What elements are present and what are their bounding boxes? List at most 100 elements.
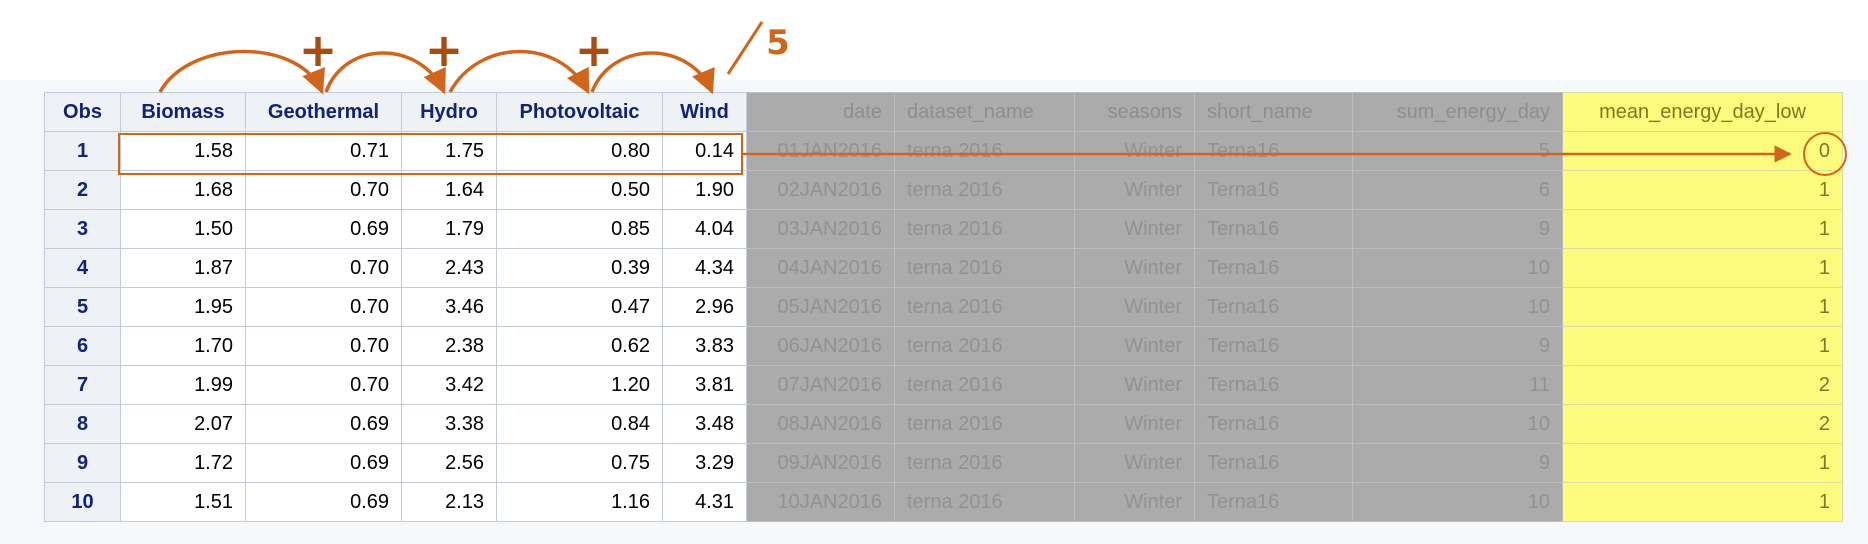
cell-dataset-name: terna 2016 — [894, 404, 1075, 444]
cell-sum-energy-day: 10 — [1352, 287, 1563, 327]
cell-wind: 0.14 — [662, 131, 747, 171]
cell-wind: 4.34 — [662, 248, 747, 288]
cell-wind: 2.96 — [662, 287, 747, 327]
cell-short-name: Terna16 — [1194, 170, 1353, 210]
cell-biomass: 1.51 — [120, 482, 246, 522]
cell-geothermal: 0.71 — [245, 131, 402, 171]
col-header-photovoltaic[interactable]: Photovoltaic — [496, 92, 663, 132]
col-header-hydro[interactable]: Hydro — [401, 92, 497, 132]
cell-hydro: 1.79 — [401, 209, 497, 249]
cell-seasons: Winter — [1074, 248, 1195, 288]
cell-short-name: Terna16 — [1194, 365, 1353, 405]
cell-short-name: Terna16 — [1194, 443, 1353, 483]
cell-date: 10JAN2016 — [746, 482, 895, 522]
cell-geothermal: 0.70 — [245, 365, 402, 405]
cell-wind: 1.90 — [662, 170, 747, 210]
cell-short-name: Terna16 — [1194, 404, 1353, 444]
cell-sum-energy-day: 9 — [1352, 443, 1563, 483]
table-row[interactable]: 9 1.72 0.69 2.56 0.75 3.29 09JAN2016 terna 2016… — [44, 443, 1843, 483]
cell-wind: 3.83 — [662, 326, 747, 366]
cell-hydro: 2.38 — [401, 326, 497, 366]
cell-date: 06JAN2016 — [746, 326, 895, 366]
table-row[interactable]: 10 1.51 0.69 2.13 1.16 4.31 10JAN2016 terna 201… — [44, 482, 1843, 522]
cell-short-name: Terna16 — [1194, 482, 1353, 522]
cell-photovoltaic: 0.75 — [496, 443, 663, 483]
cell-mean-energy-day-low: 1 — [1562, 209, 1843, 249]
divide-slash — [726, 21, 764, 75]
col-header-geothermal[interactable]: Geothermal — [245, 92, 402, 132]
cell-sum-energy-day: 10 — [1352, 404, 1563, 444]
cell-dataset-name: terna 2016 — [894, 170, 1075, 210]
cell-sum-energy-day: 9 — [1352, 326, 1563, 366]
cell-sum-energy-day: 6 — [1352, 170, 1563, 210]
cell-photovoltaic: 1.16 — [496, 482, 663, 522]
cell-biomass: 1.87 — [120, 248, 246, 288]
table-row[interactable]: 2 1.68 0.70 1.64 0.50 1.90 02JAN2016 terna 2016… — [44, 170, 1843, 210]
plus-sign-3: + — [575, 23, 614, 77]
cell-obs: 3 — [44, 209, 121, 249]
col-header-mean-energy-day-low[interactable]: mean_energy_day_low — [1562, 92, 1843, 132]
table-row[interactable]: 7 1.99 0.70 3.42 1.20 3.81 07JAN2016 terna 2016… — [44, 365, 1843, 405]
cell-mean-energy-day-low: 1 — [1562, 287, 1843, 327]
cell-mean-energy-day-low: 1 — [1562, 170, 1843, 210]
cell-sum-energy-day: 5 — [1352, 131, 1563, 171]
cell-geothermal: 0.69 — [245, 482, 402, 522]
cell-dataset-name: terna 2016 — [894, 443, 1075, 483]
cell-obs: 6 — [44, 326, 121, 366]
col-header-dataset-name[interactable]: dataset_name — [894, 92, 1075, 132]
cell-seasons: Winter — [1074, 482, 1195, 522]
cell-date: 09JAN2016 — [746, 443, 895, 483]
cell-biomass: 1.50 — [120, 209, 246, 249]
cell-biomass: 1.58 — [120, 131, 246, 171]
col-header-wind[interactable]: Wind — [662, 92, 747, 132]
table-row[interactable]: 8 2.07 0.69 3.38 0.84 3.48 08JAN2016 terna 2016… — [44, 404, 1843, 444]
plus-sign-2: + — [425, 23, 464, 77]
table-row[interactable]: 5 1.95 0.70 3.46 0.47 2.96 05JAN2016 terna 2016… — [44, 287, 1843, 327]
cell-dataset-name: terna 2016 — [894, 326, 1075, 366]
cell-dataset-name: terna 2016 — [894, 365, 1075, 405]
col-header-date[interactable]: date — [746, 92, 895, 132]
col-header-biomass[interactable]: Biomass — [120, 92, 246, 132]
table-row[interactable]: 4 1.87 0.70 2.43 0.39 4.34 04JAN2016 terna 2016… — [44, 248, 1843, 288]
cell-photovoltaic: 0.39 — [496, 248, 663, 288]
table-row[interactable]: 6 1.70 0.70 2.38 0.62 3.83 06JAN2016 terna 2016… — [44, 326, 1843, 366]
cell-obs: 2 — [44, 170, 121, 210]
cell-photovoltaic: 0.85 — [496, 209, 663, 249]
cell-seasons: Winter — [1074, 209, 1195, 249]
cell-mean-energy-day-low: 1 — [1562, 248, 1843, 288]
cell-biomass: 1.68 — [120, 170, 246, 210]
cell-geothermal: 0.69 — [245, 404, 402, 444]
cell-dataset-name: terna 2016 — [894, 482, 1075, 522]
cell-date: 04JAN2016 — [746, 248, 895, 288]
cell-geothermal: 0.70 — [245, 248, 402, 288]
table-row[interactable]: 3 1.50 0.69 1.79 0.85 4.04 03JAN2016 terna 2016… — [44, 209, 1843, 249]
cell-geothermal: 0.69 — [245, 209, 402, 249]
cell-date: 02JAN2016 — [746, 170, 895, 210]
cell-hydro: 1.75 — [401, 131, 497, 171]
cell-biomass: 1.95 — [120, 287, 246, 327]
cell-seasons: Winter — [1074, 287, 1195, 327]
cell-seasons: Winter — [1074, 365, 1195, 405]
cell-wind: 4.04 — [662, 209, 747, 249]
col-header-seasons[interactable]: seasons — [1074, 92, 1195, 132]
cell-dataset-name: terna 2016 — [894, 287, 1075, 327]
col-header-short-name[interactable]: short_name — [1194, 92, 1353, 132]
cell-hydro: 3.46 — [401, 287, 497, 327]
table-row[interactable]: 1 1.58 0.71 1.75 0.80 0.14 01JAN2016 terna 2016… — [44, 131, 1843, 171]
cell-photovoltaic: 0.47 — [496, 287, 663, 327]
cell-date: 01JAN2016 — [746, 131, 895, 171]
cell-obs: 10 — [44, 482, 121, 522]
cell-mean-energy-day-low: 2 — [1562, 365, 1843, 405]
cell-obs: 5 — [44, 287, 121, 327]
cell-mean-energy-day-low: 1 — [1562, 443, 1843, 483]
cell-geothermal: 0.70 — [245, 170, 402, 210]
col-header-sum-energy-day[interactable]: sum_energy_day — [1352, 92, 1563, 132]
cell-mean-energy-day-low: 1 — [1562, 326, 1843, 366]
cell-biomass: 1.70 — [120, 326, 246, 366]
cell-short-name: Terna16 — [1194, 209, 1353, 249]
data-table: Obs Biomass Geothermal Hydro Photovoltai… — [44, 92, 1843, 522]
cell-short-name: Terna16 — [1194, 248, 1353, 288]
cell-short-name: Terna16 — [1194, 287, 1353, 327]
col-header-obs[interactable]: Obs — [44, 92, 121, 132]
cell-sum-energy-day: 9 — [1352, 209, 1563, 249]
